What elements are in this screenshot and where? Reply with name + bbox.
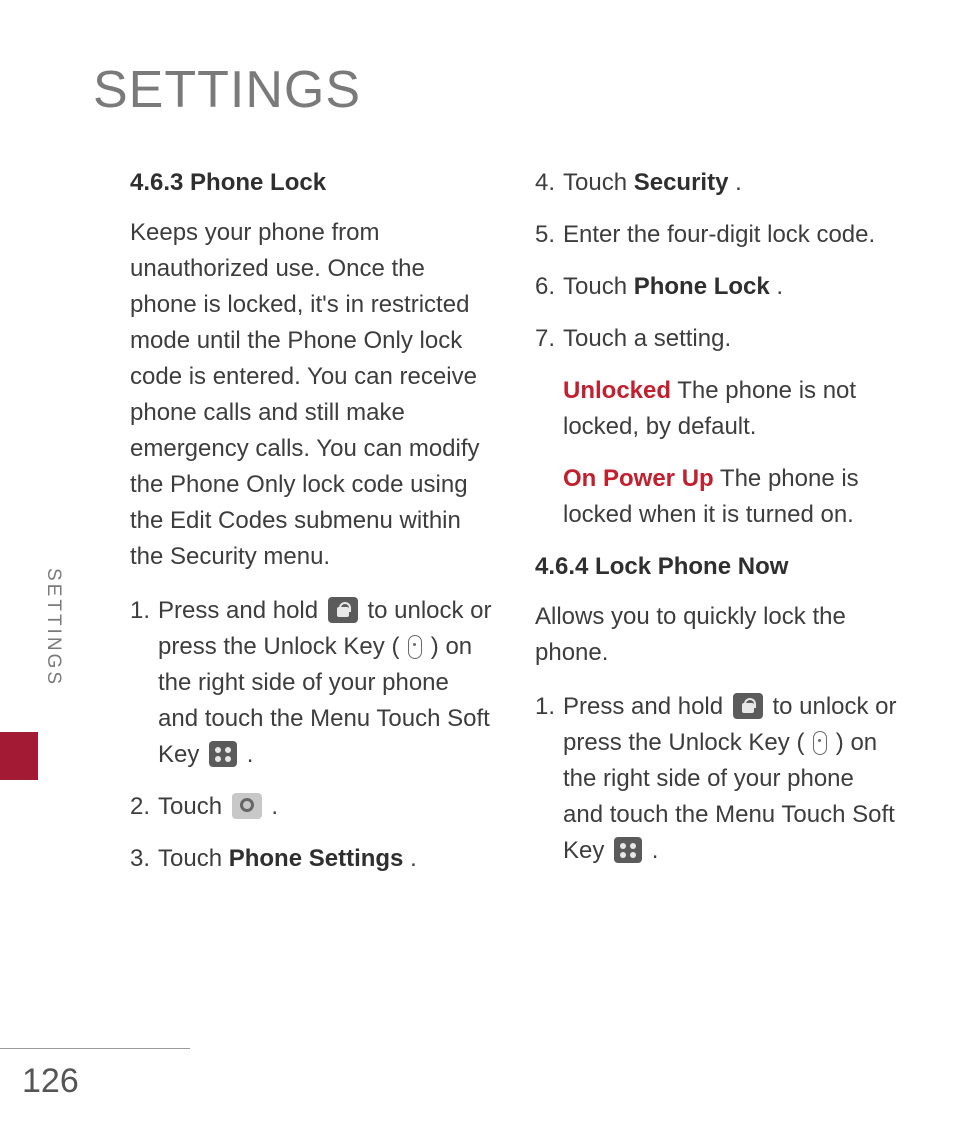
footer-rule	[0, 1048, 190, 1049]
text: .	[652, 837, 659, 864]
menu-dots-icon	[614, 837, 642, 863]
step-body: Enter the four-digit lock code.	[563, 217, 900, 253]
option-label: On Power Up	[563, 465, 714, 492]
text: Press and hold	[563, 693, 730, 720]
lock-icon	[733, 693, 763, 719]
step-number: 7.	[535, 321, 563, 357]
step-body: Touch Phone Settings .	[158, 841, 495, 877]
step-7: 7. Touch a setting.	[535, 321, 900, 357]
step-number: 1.	[535, 689, 563, 869]
text: Press and hold	[158, 597, 325, 624]
text: Touch	[563, 169, 634, 196]
gear-icon	[232, 793, 262, 819]
section-heading-lock-phone-now: 4.6.4 Lock Phone Now	[535, 549, 900, 585]
step-body: Press and hold to unlock or press the Un…	[563, 689, 900, 869]
step-body: Touch .	[158, 789, 495, 825]
text: Touch	[563, 273, 634, 300]
step-4: 4. Touch Security .	[535, 165, 900, 201]
unlock-key-icon	[408, 635, 422, 659]
step-body: Touch a setting.	[563, 321, 900, 357]
step-number: 4.	[535, 165, 563, 201]
step-number: 5.	[535, 217, 563, 253]
step-body: Touch Phone Lock .	[563, 269, 900, 305]
section-heading-phone-lock: 4.6.3 Phone Lock	[130, 165, 495, 201]
text: .	[776, 273, 783, 300]
step-2: 2. Touch .	[130, 789, 495, 825]
text: .	[410, 845, 417, 872]
text: Touch	[158, 793, 229, 820]
intro-paragraph: Keeps your phone from unauthorized use. …	[130, 215, 495, 575]
unlock-key-icon	[813, 731, 827, 755]
intro-paragraph-2: Allows you to quickly lock the phone.	[535, 599, 900, 671]
step-body: Press and hold to unlock or press the Un…	[158, 593, 495, 773]
text: .	[247, 741, 254, 768]
page-number: 126	[22, 1062, 79, 1101]
step-1: 1. Press and hold to unlock or press the…	[130, 593, 495, 773]
lock-icon	[328, 597, 358, 623]
step-6: 6. Touch Phone Lock .	[535, 269, 900, 305]
side-tab-bar	[0, 732, 38, 780]
step-number: 1.	[130, 593, 158, 773]
option-label: Unlocked	[563, 377, 671, 404]
step-5: 5. Enter the four-digit lock code.	[535, 217, 900, 253]
page-title: SETTINGS	[93, 60, 361, 120]
side-tab-label: SETTINGS	[42, 568, 64, 687]
menu-dots-icon	[209, 741, 237, 767]
text: .	[271, 793, 278, 820]
step-3: 3. Touch Phone Settings .	[130, 841, 495, 877]
step-number: 3.	[130, 841, 158, 877]
bold-text: Phone Lock	[634, 273, 770, 300]
bold-text: Security	[634, 169, 729, 196]
bold-text: Phone Settings	[229, 845, 404, 872]
step-number: 2.	[130, 789, 158, 825]
text: Touch	[158, 845, 229, 872]
option-on-power-up: On Power Up The phone is locked when it …	[563, 461, 900, 533]
text: .	[735, 169, 742, 196]
step-body: Touch Security .	[563, 165, 900, 201]
step-number: 6.	[535, 269, 563, 305]
body-content: 4.6.3 Phone Lock Keeps your phone from u…	[130, 165, 900, 893]
option-unlocked: Unlocked The phone is not locked, by def…	[563, 373, 900, 445]
step-1b: 1. Press and hold to unlock or press the…	[535, 689, 900, 869]
